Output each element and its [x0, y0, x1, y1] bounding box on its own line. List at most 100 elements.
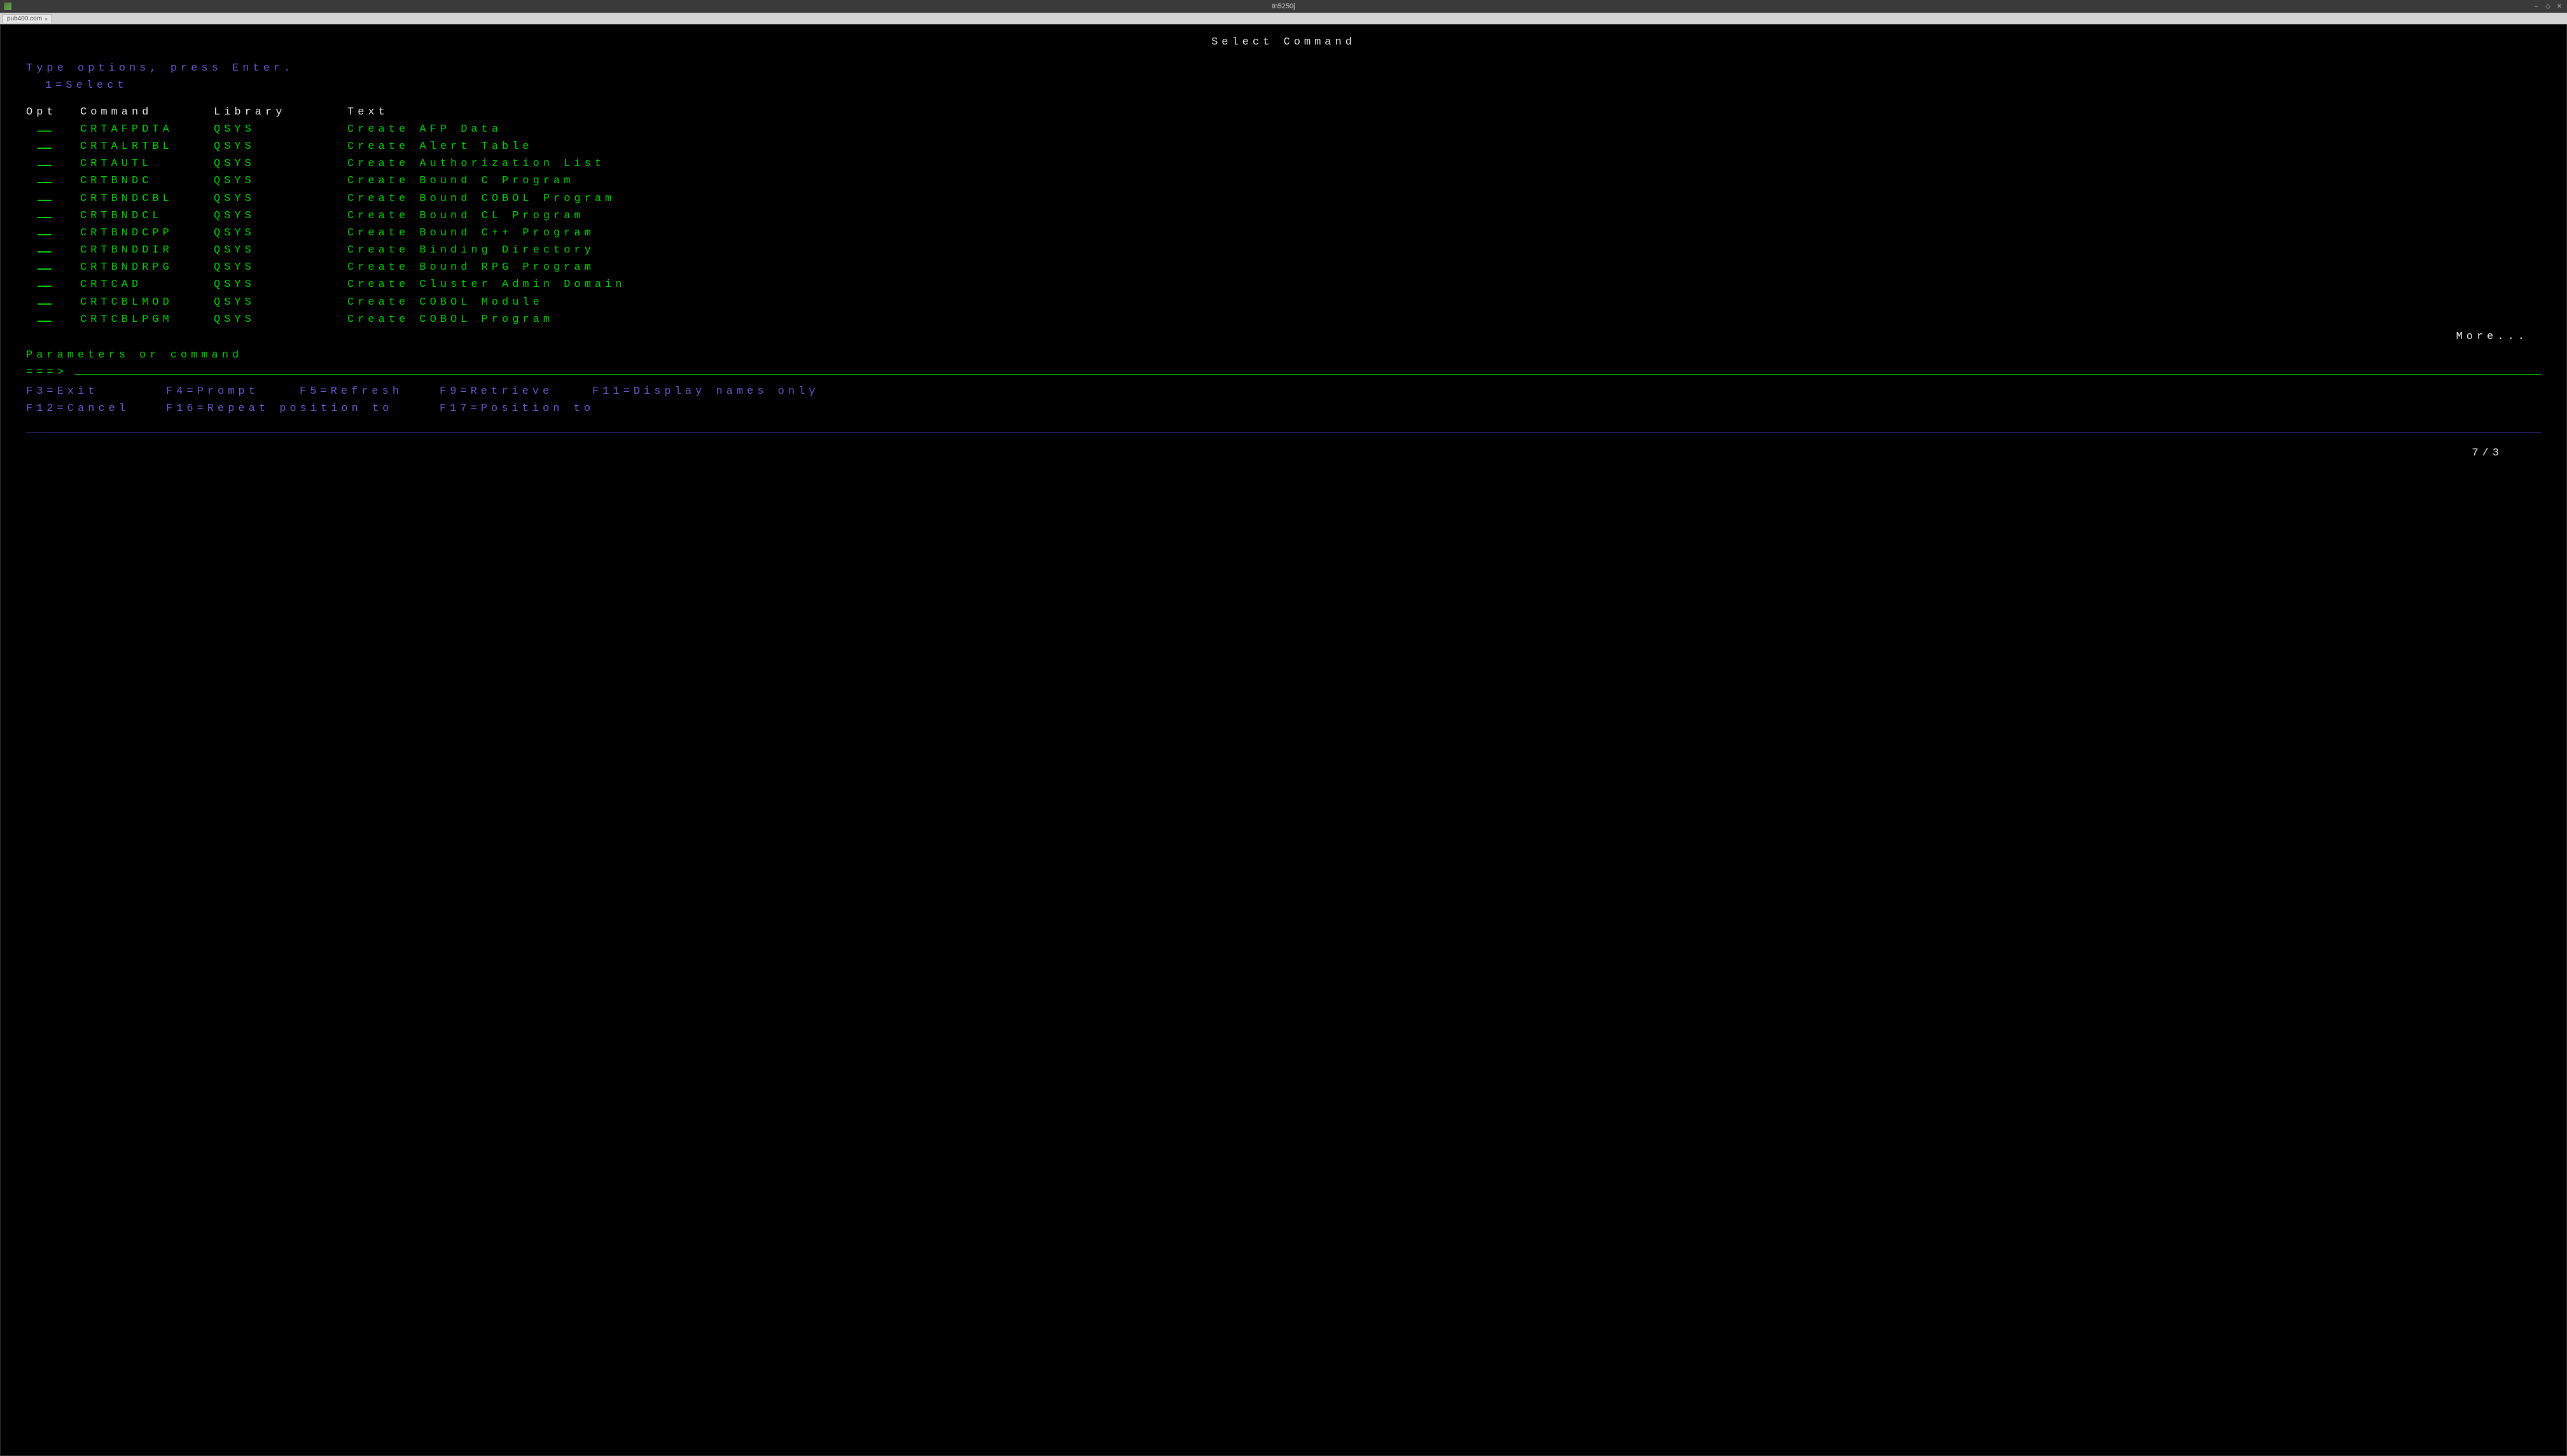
function-key[interactable]: F5=Refresh	[300, 383, 440, 400]
instructions: Type options, press Enter. 1=Select	[26, 60, 2541, 94]
instruction-line-2: 1=Select	[26, 77, 2541, 94]
maximize-button[interactable]: ◇	[2544, 3, 2552, 10]
input-underline	[38, 165, 52, 166]
text-cell: Create AFP Data	[347, 121, 2541, 138]
input-underline	[38, 268, 52, 270]
header-opt: Opt	[26, 104, 80, 121]
input-underline	[38, 251, 52, 253]
command-cell: CRTBNDCPP	[80, 225, 214, 242]
app-icon	[4, 3, 11, 10]
table-row: CRTBNDCPPQSYSCreate Bound C++ Program	[26, 225, 2541, 242]
command-cell: CRTCBLPGM	[80, 311, 214, 328]
close-button[interactable]: ✕	[2556, 3, 2563, 10]
function-key[interactable]: F17=Position to	[440, 400, 630, 417]
function-key[interactable]: F9=Retrieve	[440, 383, 592, 400]
option-input[interactable]	[26, 207, 80, 225]
option-input[interactable]	[26, 155, 80, 172]
window-title: tn5250j	[1272, 3, 1295, 10]
table-row: CRTCADQSYSCreate Cluster Admin Domain	[26, 276, 2541, 293]
library-cell: QSYS	[214, 294, 347, 311]
rows-container: CRTAFPDTAQSYSCreate AFP DataCRTALRTBLQSY…	[26, 121, 2541, 328]
text-cell: Create Bound CL Program	[347, 207, 2541, 225]
fkeys-line-1: F3=ExitF4=PromptF5=RefreshF9=RetrieveF11…	[26, 383, 2541, 400]
library-cell: QSYS	[214, 138, 347, 155]
option-input[interactable]	[26, 190, 80, 207]
table-row: CRTBNDCBLQSYSCreate Bound COBOL Program	[26, 190, 2541, 207]
input-underline	[38, 182, 52, 183]
command-cell: CRTAFPDTA	[80, 121, 214, 138]
option-input[interactable]	[26, 294, 80, 311]
function-key[interactable]: F11=Display names only	[592, 383, 847, 400]
function-key[interactable]: F16=Repeat position to	[166, 400, 440, 417]
header-text: Text	[347, 104, 2541, 121]
option-input[interactable]	[26, 242, 80, 259]
table-row: CRTBNDDIRQSYSCreate Binding Directory	[26, 242, 2541, 259]
library-cell: QSYS	[214, 242, 347, 259]
option-input[interactable]	[26, 172, 80, 190]
window-controls: – ◇ ✕	[2533, 3, 2563, 10]
input-underline	[38, 286, 52, 287]
table-row: CRTCBLMODQSYSCreate COBOL Module	[26, 294, 2541, 311]
terminal-screen[interactable]: Select Command Type options, press Enter…	[0, 24, 2567, 1456]
text-cell: Create Bound COBOL Program	[347, 190, 2541, 207]
text-cell: Create Bound C Program	[347, 172, 2541, 190]
library-cell: QSYS	[214, 259, 347, 276]
option-input[interactable]	[26, 138, 80, 155]
command-prompt: ===>	[26, 364, 67, 381]
text-cell: Create Alert Table	[347, 138, 2541, 155]
text-cell: Create Bound C++ Program	[347, 225, 2541, 242]
command-cell: CRTBNDCBL	[80, 190, 214, 207]
header-library: Library	[214, 104, 347, 121]
column-headers: Opt Command Library Text	[26, 104, 2541, 121]
library-cell: QSYS	[214, 207, 347, 225]
table-row: CRTBNDCLQSYSCreate Bound CL Program	[26, 207, 2541, 225]
function-key[interactable]: F4=Prompt	[166, 383, 300, 400]
option-input[interactable]	[26, 276, 80, 293]
command-cell: CRTALRTBL	[80, 138, 214, 155]
tab-close-icon[interactable]: ×	[45, 16, 48, 22]
command-cell: CRTAUTL	[80, 155, 214, 172]
table-row: CRTAUTLQSYSCreate Authorization List	[26, 155, 2541, 172]
text-cell: Create COBOL Module	[347, 294, 2541, 311]
input-underline	[38, 148, 52, 149]
library-cell: QSYS	[214, 225, 347, 242]
instruction-line-1: Type options, press Enter.	[26, 60, 2541, 77]
command-input[interactable]	[75, 364, 2541, 375]
header-command: Command	[80, 104, 214, 121]
library-cell: QSYS	[214, 311, 347, 328]
screen-title: Select Command	[26, 34, 2541, 51]
function-key[interactable]: F12=Cancel	[26, 400, 166, 417]
text-cell: Create COBOL Program	[347, 311, 2541, 328]
table-row: CRTBNDRPGQSYSCreate Bound RPG Program	[26, 259, 2541, 276]
library-cell: QSYS	[214, 121, 347, 138]
command-cell: CRTBNDRPG	[80, 259, 214, 276]
library-cell: QSYS	[214, 155, 347, 172]
param-label: Parameters or command	[26, 347, 2541, 364]
function-keys: F3=ExitF4=PromptF5=RefreshF9=RetrieveF11…	[26, 383, 2541, 417]
option-input[interactable]	[26, 121, 80, 138]
library-cell: QSYS	[214, 276, 347, 293]
option-input[interactable]	[26, 225, 80, 242]
text-cell: Create Binding Directory	[347, 242, 2541, 259]
input-underline	[38, 321, 52, 322]
text-cell: Create Bound RPG Program	[347, 259, 2541, 276]
session-tab[interactable]: pub400.com ×	[3, 14, 52, 23]
more-indicator: More...	[26, 328, 2541, 345]
option-input[interactable]	[26, 311, 80, 328]
command-cell: CRTCBLMOD	[80, 294, 214, 311]
library-cell: QSYS	[214, 190, 347, 207]
function-key[interactable]: F3=Exit	[26, 383, 166, 400]
table-row: CRTALRTBLQSYSCreate Alert Table	[26, 138, 2541, 155]
cursor-position: 7/3	[26, 445, 2541, 462]
input-underline	[38, 128, 52, 132]
command-cell: CRTCAD	[80, 276, 214, 293]
input-underline	[38, 217, 52, 218]
table-row: CRTCBLPGMQSYSCreate COBOL Program	[26, 311, 2541, 328]
command-cell: CRTBNDC	[80, 172, 214, 190]
tabbar: pub400.com ×	[0, 13, 2567, 24]
command-cell: CRTBNDDIR	[80, 242, 214, 259]
minimize-button[interactable]: –	[2533, 3, 2540, 10]
option-input[interactable]	[26, 259, 80, 276]
tab-label: pub400.com	[7, 15, 42, 22]
text-cell: Create Cluster Admin Domain	[347, 276, 2541, 293]
